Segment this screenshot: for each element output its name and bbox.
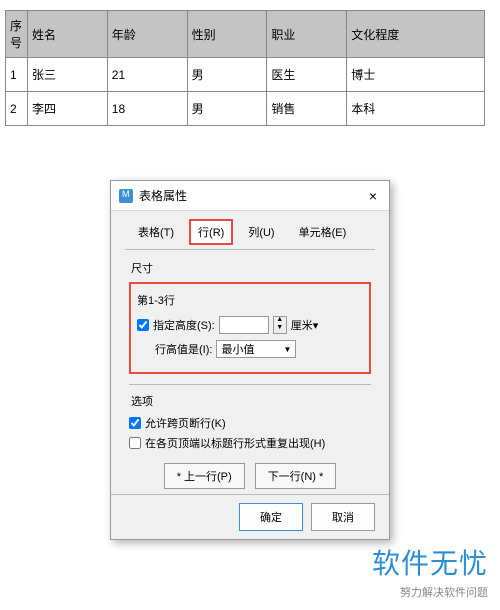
- col-header: 姓名: [28, 11, 108, 58]
- allow-break-label: 允许跨页断行(K): [145, 415, 226, 431]
- chevron-down-icon: ▾: [313, 320, 319, 332]
- cancel-button[interactable]: 取消: [311, 503, 375, 531]
- dialog-titlebar[interactable]: 表格属性 ×: [111, 181, 389, 211]
- spinner-down-icon[interactable]: ▼: [274, 325, 286, 333]
- repeat-header-label: 在各页顶端以标题行形式重复出现(H): [145, 435, 325, 451]
- table-header-row: 序号 姓名 年龄 性别 职业 文化程度: [6, 11, 485, 58]
- col-header: 性别: [187, 11, 267, 58]
- unit-dropdown[interactable]: 厘米▾: [291, 317, 319, 333]
- size-section: 第1-3行 指定高度(S): ▲ ▼ 厘米▾ 行高值是(I): 最小值 ▼: [129, 282, 371, 374]
- table-row[interactable]: 1 张三 21 男 医生 博士: [6, 58, 485, 92]
- table-properties-dialog: 表格属性 × 表格(T) 行(R) 列(U) 单元格(E) 尺寸 第1-3行 指…: [110, 180, 390, 540]
- watermark: 软件无忧 努力解决软件问题: [372, 542, 488, 600]
- watermark-subtitle: 努力解决软件问题: [372, 584, 488, 600]
- row-height-is-label: 行高值是(I):: [155, 341, 212, 357]
- app-icon: [119, 189, 133, 203]
- table-row[interactable]: 2 李四 18 男 销售 本科: [6, 92, 485, 126]
- size-group-label: 尺寸: [131, 260, 371, 276]
- dialog-footer: 确定 取消: [111, 494, 389, 539]
- tab-content: 尺寸 第1-3行 指定高度(S): ▲ ▼ 厘米▾ 行高值是(I): 最小值 ▼: [125, 249, 375, 497]
- prev-row-button[interactable]: * 上一行(P): [164, 463, 245, 489]
- options-group-label: 选项: [131, 393, 371, 409]
- tab-column[interactable]: 列(U): [239, 219, 283, 245]
- tab-cell[interactable]: 单元格(E): [290, 219, 356, 245]
- specify-height-checkbox[interactable]: [137, 319, 149, 331]
- watermark-title: 软件无忧: [372, 542, 488, 582]
- tab-table[interactable]: 表格(T): [129, 219, 183, 245]
- col-header: 职业: [267, 11, 347, 58]
- height-input[interactable]: [219, 316, 269, 334]
- col-header: 序号: [6, 11, 28, 58]
- col-header: 文化程度: [347, 11, 485, 58]
- specify-height-label: 指定高度(S):: [153, 317, 215, 333]
- row-range-label: 第1-3行: [137, 292, 363, 308]
- repeat-header-checkbox[interactable]: [129, 437, 141, 449]
- ok-button[interactable]: 确定: [239, 503, 303, 531]
- options-section: 选项 允许跨页断行(K) 在各页顶端以标题行形式重复出现(H): [129, 384, 371, 451]
- chevron-down-icon: ▼: [284, 345, 292, 354]
- tabs: 表格(T) 行(R) 列(U) 单元格(E): [111, 211, 389, 245]
- col-header: 年龄: [107, 11, 187, 58]
- dialog-title: 表格属性: [139, 187, 365, 204]
- row-height-mode-dropdown[interactable]: 最小值 ▼: [216, 340, 296, 358]
- data-table: 序号 姓名 年龄 性别 职业 文化程度 1 张三 21 男 医生 博士 2 李四…: [5, 10, 485, 126]
- tab-row[interactable]: 行(R): [189, 219, 233, 245]
- allow-break-checkbox[interactable]: [129, 417, 141, 429]
- next-row-button[interactable]: 下一行(N) *: [255, 463, 337, 489]
- close-icon[interactable]: ×: [365, 188, 381, 204]
